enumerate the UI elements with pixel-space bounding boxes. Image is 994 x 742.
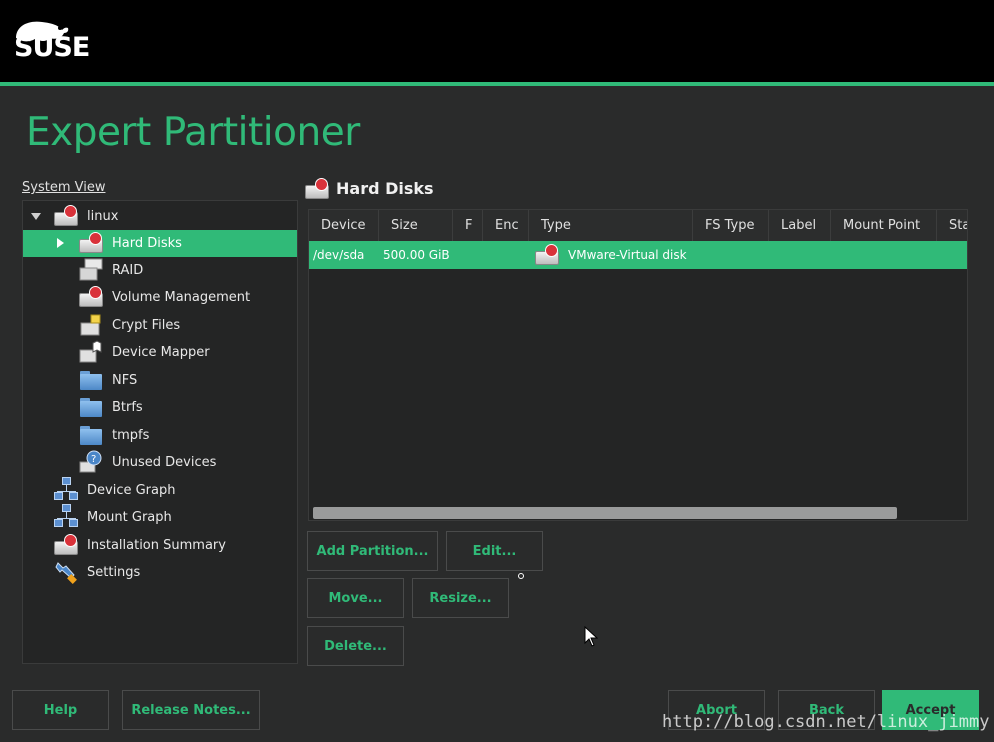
disk-icon [305, 177, 329, 201]
column-header-fs-type[interactable]: FS Type [693, 210, 769, 241]
cell-device: /dev/sda [313, 248, 365, 262]
disk-icon [54, 533, 78, 557]
brand-wordmark: SUSE [14, 32, 90, 63]
disk-icon [79, 285, 103, 309]
tree-item-raid[interactable]: RAID [23, 257, 297, 284]
column-header-device[interactable]: Device [309, 210, 379, 241]
table-row[interactable]: /dev/sda 500.00 GiB VMware-Virtual disk [309, 241, 967, 269]
cell-type: VMware-Virtual disk [568, 248, 687, 262]
svg-text:?: ? [91, 454, 96, 465]
move-button[interactable]: Move... [307, 578, 404, 618]
tree-item-crypt-files[interactable]: Crypt Files [23, 312, 297, 339]
column-header-mount-point[interactable]: Mount Point [831, 210, 937, 241]
column-header-label[interactable]: Label [769, 210, 831, 241]
help-button[interactable]: Help [12, 690, 109, 730]
section-title: Hard Disks [336, 179, 434, 198]
expand-arrow-icon[interactable] [31, 213, 41, 220]
graph-icon [54, 477, 80, 501]
tree-item-unused-devices[interactable]: ? Unused Devices [23, 449, 297, 476]
tree-item-linux[interactable]: linux [23, 203, 297, 230]
folder-icon [79, 423, 103, 447]
page-title: Expert Partitioner [26, 110, 360, 155]
cell-size: 500.00 GiB [383, 248, 450, 262]
raid-icon [79, 258, 103, 282]
horizontal-scrollbar-thumb[interactable] [313, 507, 897, 519]
tree-item-nfs[interactable]: NFS [23, 367, 297, 394]
hard-disks-table[interactable]: Device Size F Enc Type FS Type Label Mou… [308, 209, 968, 521]
column-header-enc[interactable]: Enc [483, 210, 529, 241]
header-bar: SUSE [0, 0, 994, 82]
column-header-start[interactable]: Sta [937, 210, 967, 241]
resize-button[interactable]: Resize... [412, 578, 509, 618]
tree-item-btrfs[interactable]: Btrfs [23, 394, 297, 421]
column-header-f[interactable]: F [453, 210, 483, 241]
edit-button[interactable]: Edit... [446, 531, 543, 571]
release-notes-button[interactable]: Release Notes... [122, 690, 260, 730]
mouse-cursor-icon [584, 626, 598, 647]
system-view-tree[interactable]: linux Hard Disks RAID Volume Management … [22, 200, 298, 664]
disk-icon [535, 243, 559, 267]
folder-icon [79, 395, 103, 419]
pointer-dot-icon [518, 573, 524, 579]
unused-devices-icon: ? [79, 450, 103, 474]
tree-item-tmpfs[interactable]: tmpfs [23, 422, 297, 449]
wrench-icon [54, 560, 78, 584]
column-header-type[interactable]: Type [529, 210, 693, 241]
tree-item-mount-graph[interactable]: Mount Graph [23, 504, 297, 531]
disk-icon [79, 231, 103, 255]
device-mapper-icon [79, 340, 103, 364]
tree-item-device-mapper[interactable]: Device Mapper [23, 339, 297, 366]
table-header: Device Size F Enc Type FS Type Label Mou… [309, 210, 967, 241]
header-accent-line [0, 82, 994, 86]
disk-icon [54, 204, 78, 228]
system-view-label: System View [22, 180, 106, 195]
delete-button[interactable]: Delete... [307, 626, 404, 666]
column-header-size[interactable]: Size [379, 210, 453, 241]
tree-item-device-graph[interactable]: Device Graph [23, 477, 297, 504]
tree-item-installation-summary[interactable]: Installation Summary [23, 532, 297, 559]
graph-icon [54, 504, 80, 528]
add-partition-button[interactable]: Add Partition... [307, 531, 438, 571]
watermark: http://blog.csdn.net/linux_jimmy [662, 712, 990, 732]
crypt-file-icon [79, 313, 103, 337]
tree-item-settings[interactable]: Settings [23, 559, 297, 586]
collapse-arrow-icon[interactable] [57, 238, 64, 248]
tree-item-hard-disks[interactable]: Hard Disks [23, 230, 297, 257]
folder-icon [79, 368, 103, 392]
tree-item-volume-management[interactable]: Volume Management [23, 284, 297, 311]
